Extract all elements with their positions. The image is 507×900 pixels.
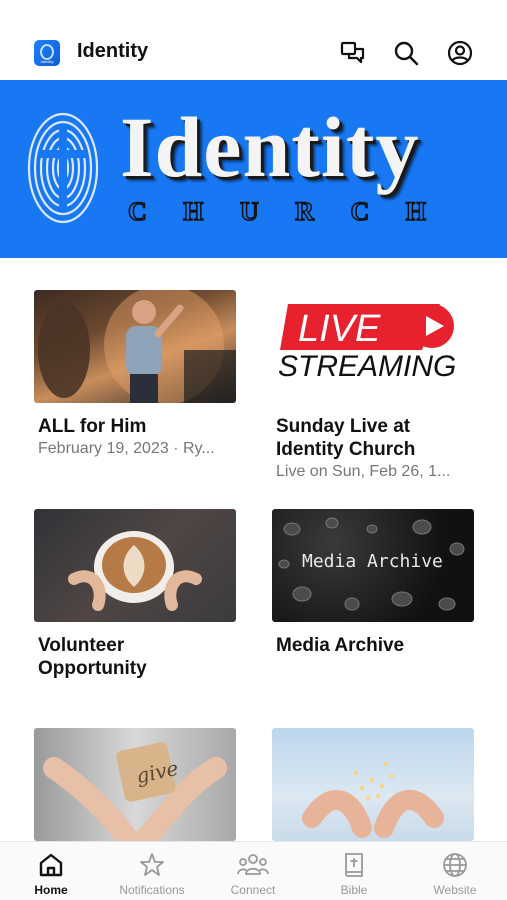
card-subtitle: February 19, 2023 · Ry...: [38, 440, 215, 457]
home-icon: [38, 851, 64, 879]
banner-letter: U: [239, 196, 261, 227]
banner-letter: H: [182, 196, 206, 227]
card-title: Media Archive: [276, 635, 405, 656]
card-subtitle: Live on Sun, Feb 26, 1...: [276, 463, 451, 480]
content-card[interactable]: LIVE STREAMING Sunday Live at Identity C…: [272, 290, 474, 482]
people-icon: [237, 851, 269, 879]
live-streaming-thumbnail[interactable]: LIVE STREAMING: [272, 290, 474, 403]
nav-notifications[interactable]: Notifications: [102, 842, 202, 900]
nav-label: Home: [34, 883, 68, 897]
fingerprint-cross-icon: [27, 112, 99, 224]
card-title: Volunteer Opportunity: [38, 635, 147, 679]
card-title: Sunday Live at Identity Church: [276, 416, 416, 460]
banner-letter: C: [350, 196, 372, 227]
app-title: Identity: [77, 40, 149, 62]
nav-label: Bible: [340, 883, 368, 897]
live-label: LIVE: [298, 308, 381, 350]
nav-connect[interactable]: Connect: [203, 842, 303, 900]
app-logo-text: Identity: [40, 59, 54, 64]
nav-website[interactable]: Website: [405, 842, 505, 900]
content-card[interactable]: give: [34, 728, 236, 841]
chat-icon[interactable]: [338, 38, 368, 68]
content-card[interactable]: Media Archive Media Archive: [272, 509, 474, 657]
banner-letter: R: [294, 196, 316, 227]
content-card[interactable]: [272, 728, 474, 841]
media-archive-thumbnail[interactable]: Media Archive: [272, 509, 474, 622]
globe-icon: [442, 851, 468, 879]
nav-home[interactable]: Home: [1, 842, 101, 900]
top-app-bar: Identity Identity: [0, 28, 507, 76]
banner-subtitle: C H U R C H: [127, 196, 428, 227]
media-archive-overlay-text: Media Archive: [302, 551, 443, 572]
app-logo-icon: Identity: [34, 40, 60, 66]
nav-label: Connect: [230, 883, 276, 897]
account-icon[interactable]: [445, 38, 475, 68]
banner-title: Identity: [120, 99, 420, 195]
banner-letter: H: [405, 196, 428, 227]
nav-bible[interactable]: Bible: [304, 842, 404, 900]
streaming-label: STREAMING: [278, 350, 457, 383]
bible-icon: [342, 851, 366, 879]
content-card[interactable]: ALL for Him February 19, 2023 · Ry...: [34, 290, 236, 459]
nav-label: Website: [433, 883, 477, 897]
church-banner: Identity: [0, 80, 507, 258]
search-icon[interactable]: [391, 38, 421, 68]
star-icon: [139, 851, 165, 879]
give-thumbnail[interactable]: give: [34, 728, 236, 841]
lights-thumbnail[interactable]: [272, 728, 474, 841]
volunteer-thumbnail[interactable]: [34, 509, 236, 622]
sermon-thumbnail[interactable]: [34, 290, 236, 403]
content-card[interactable]: Volunteer Opportunity: [34, 509, 236, 680]
banner-letter: C: [127, 196, 149, 227]
nav-label: Notifications: [119, 883, 185, 897]
bottom-navigation: Home Notifications Connect Bible Website: [0, 841, 507, 900]
card-title: ALL for Him: [38, 416, 147, 437]
